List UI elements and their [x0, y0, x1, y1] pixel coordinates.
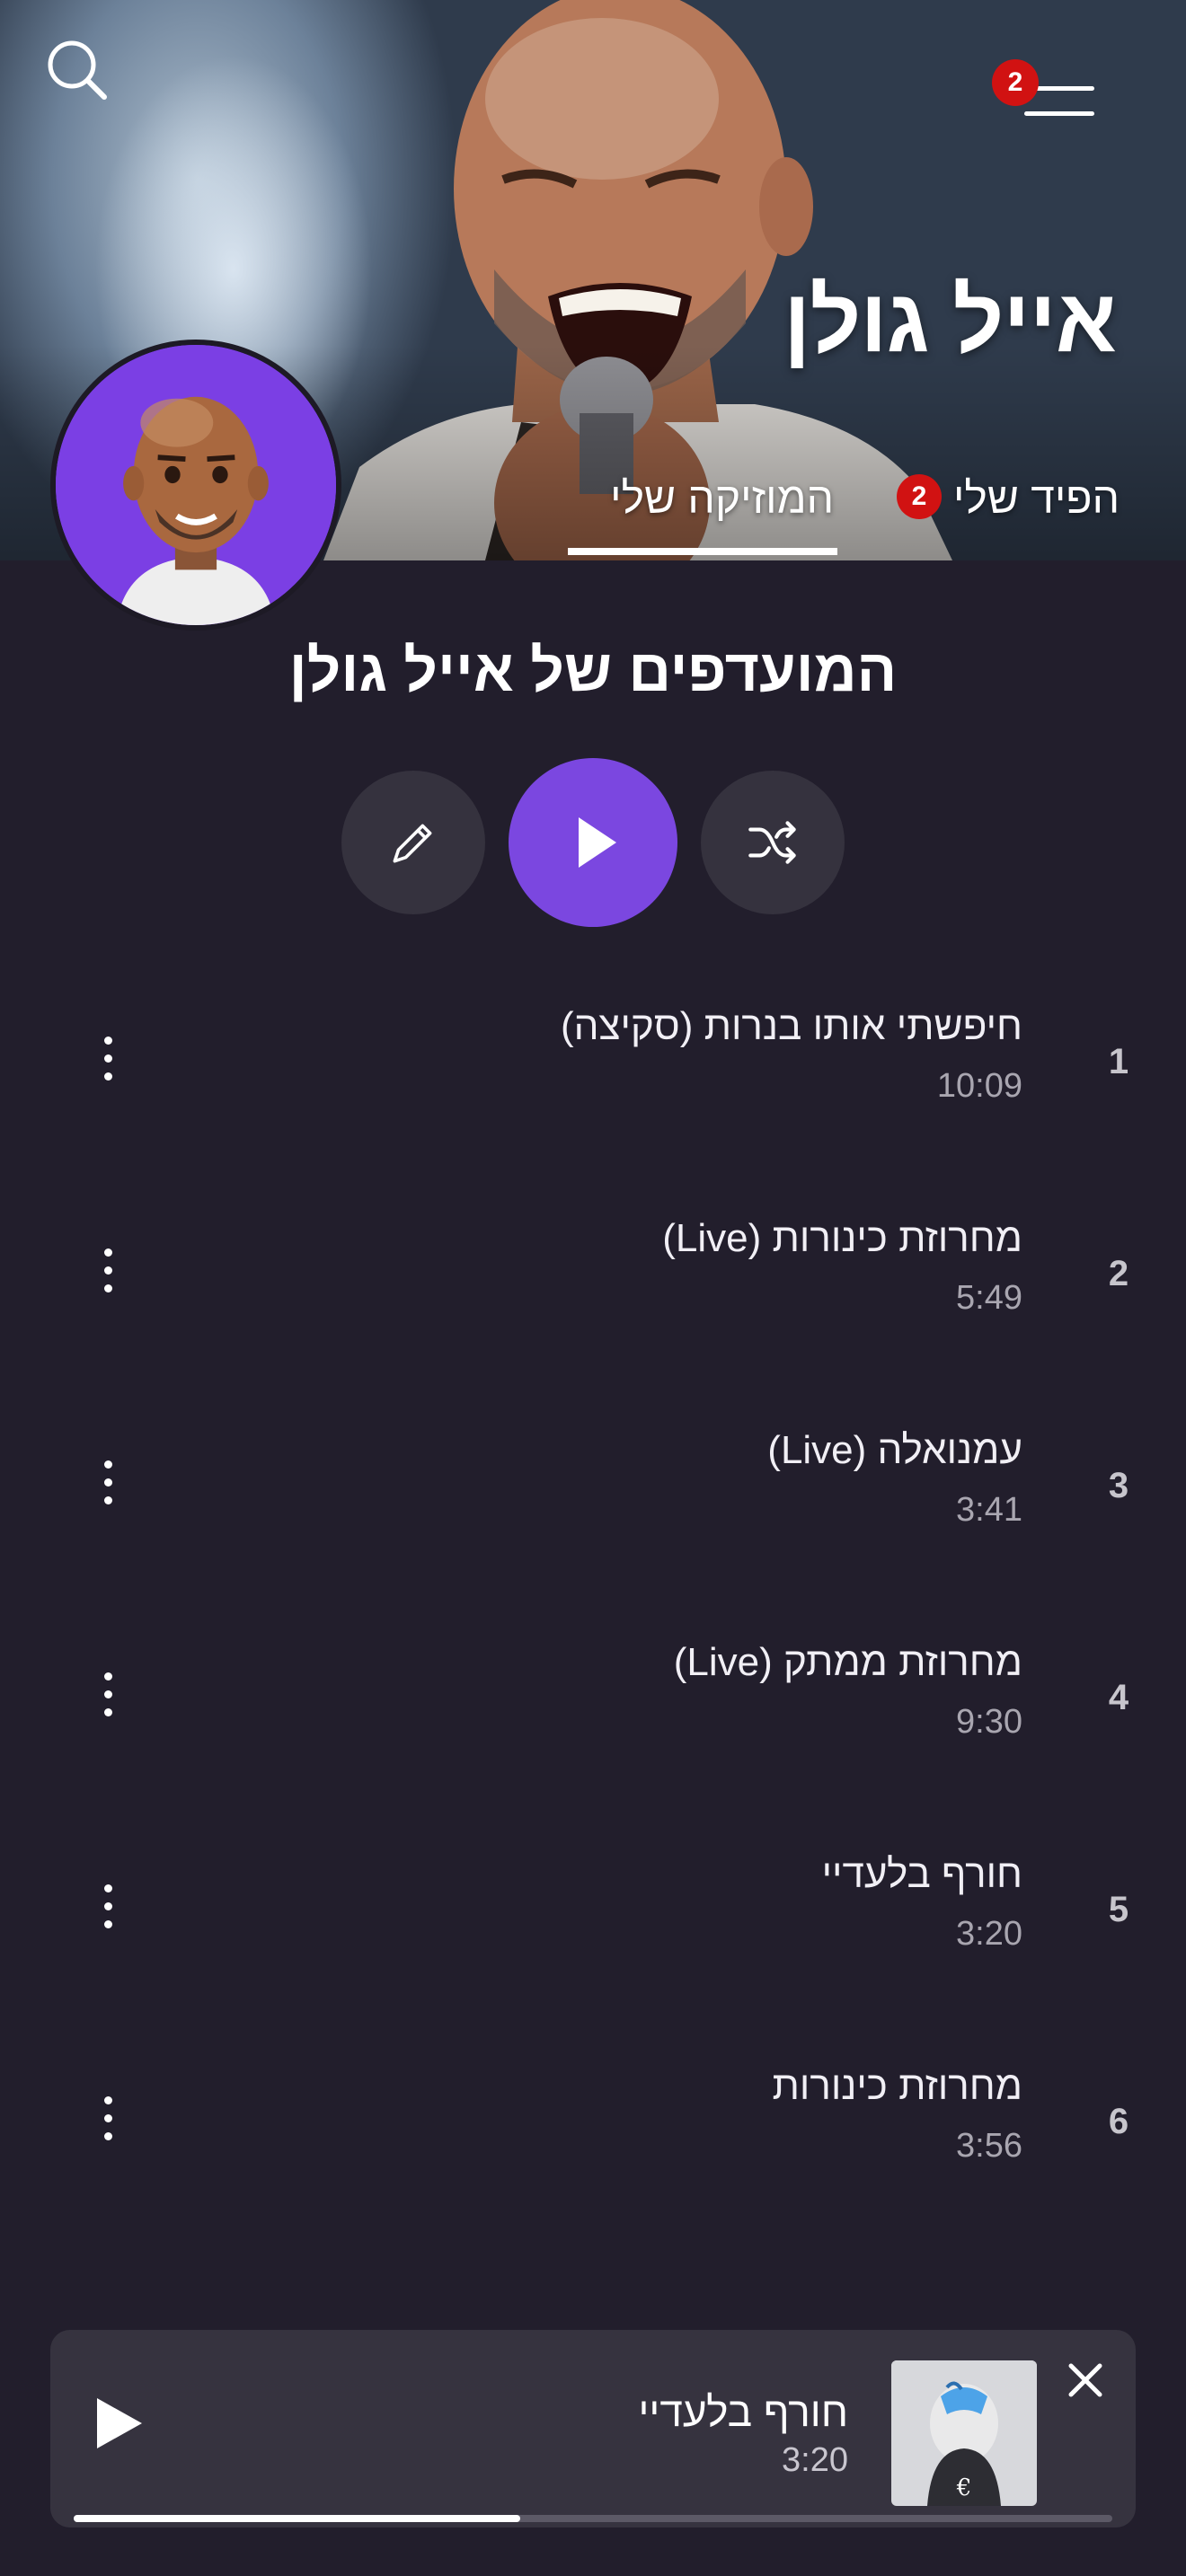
track-number: 3	[1108, 1466, 1129, 1505]
track-number: 2	[1108, 1254, 1129, 1293]
search-icon[interactable]	[41, 34, 113, 106]
pencil-icon	[393, 824, 432, 863]
more-options-icon[interactable]	[86, 1031, 131, 1103]
tab-my-music[interactable]: המוזיקה שלי	[610, 474, 834, 524]
mini-player-play-button[interactable]	[84, 2387, 156, 2459]
album-cover: €	[891, 2360, 1037, 2506]
track-row[interactable]: 6 מחרוזת כינורות 3:56	[0, 2064, 1186, 2244]
more-options-icon[interactable]	[86, 1667, 131, 1739]
track-title: חיפשתי אותו בנרות (סקיצה)	[560, 1004, 1022, 1048]
hamburger-menu-icon[interactable]: 2	[992, 59, 1098, 135]
track-title: חורף בלעדיי	[821, 1852, 1022, 1896]
artist-name: אייל גולן	[783, 270, 1117, 371]
menu-notification-badge: 2	[992, 59, 1039, 106]
playlist-title: המועדפים של אייל גולן	[288, 637, 898, 703]
shuffle-icon	[748, 821, 796, 864]
edit-playlist-button[interactable]	[341, 771, 485, 914]
track-title: מחרוזת ממתק (Live)	[673, 1640, 1022, 1684]
play-playlist-button[interactable]	[509, 758, 677, 927]
track-duration: 5:49	[956, 1279, 1022, 1317]
play-icon	[97, 2398, 142, 2448]
tab-my-feed[interactable]: הפיד שלי	[953, 474, 1120, 524]
track-title: מחרוזת כינורות	[772, 2064, 1022, 2108]
user-avatar[interactable]	[50, 340, 341, 631]
track-number: 6	[1108, 2102, 1129, 2141]
track-number: 1	[1108, 1042, 1129, 1081]
playback-progress-bar[interactable]	[74, 2515, 1112, 2522]
now-playing-title: חורף בלעדיי	[638, 2388, 848, 2435]
close-icon[interactable]	[1060, 2355, 1111, 2405]
play-icon	[579, 817, 616, 868]
track-duration: 3:56	[956, 2127, 1022, 2165]
more-options-icon[interactable]	[86, 1243, 131, 1315]
track-number: 5	[1108, 1890, 1129, 1929]
mini-player[interactable]: חורף בלעדיי 3:20 €	[50, 2330, 1136, 2527]
svg-text:€: €	[956, 2475, 972, 2501]
track-duration: 9:30	[956, 1703, 1022, 1741]
avatar-image	[56, 345, 336, 625]
track-row[interactable]: 4 מחרוזת ממתק (Live) 9:30	[0, 1640, 1186, 1820]
track-duration: 3:20	[956, 1915, 1022, 1953]
more-options-icon[interactable]	[86, 1879, 131, 1951]
track-number: 4	[1108, 1678, 1129, 1717]
tab-my-music-label: המוזיקה שלי	[610, 475, 834, 523]
track-title: עמנואלה (Live)	[767, 1428, 1022, 1472]
track-title: מחרוזת כינורות (Live)	[662, 1216, 1022, 1260]
tab-my-feed-label: הפיד שלי	[952, 475, 1120, 523]
track-row[interactable]: 5 חורף בלעדיי 3:20	[0, 1852, 1186, 2032]
playback-progress-fill	[74, 2515, 521, 2522]
now-playing-duration: 3:20	[782, 2441, 848, 2479]
track-row[interactable]: 2 מחרוזת כינורות (Live) 5:49	[0, 1216, 1186, 1396]
feed-notification-badge: 2	[897, 474, 942, 519]
track-row[interactable]: 3 עמנואלה (Live) 3:41	[0, 1428, 1186, 1608]
track-duration: 10:09	[936, 1067, 1022, 1105]
more-options-icon[interactable]	[86, 1455, 131, 1527]
track-row[interactable]: 1 חיפשתי אותו בנרות (סקיצה) 10:09	[0, 1004, 1186, 1184]
shuffle-button[interactable]	[701, 771, 845, 914]
track-duration: 3:41	[956, 1491, 1022, 1529]
more-options-icon[interactable]	[86, 2091, 131, 2163]
selected-tab-indicator	[568, 548, 837, 555]
